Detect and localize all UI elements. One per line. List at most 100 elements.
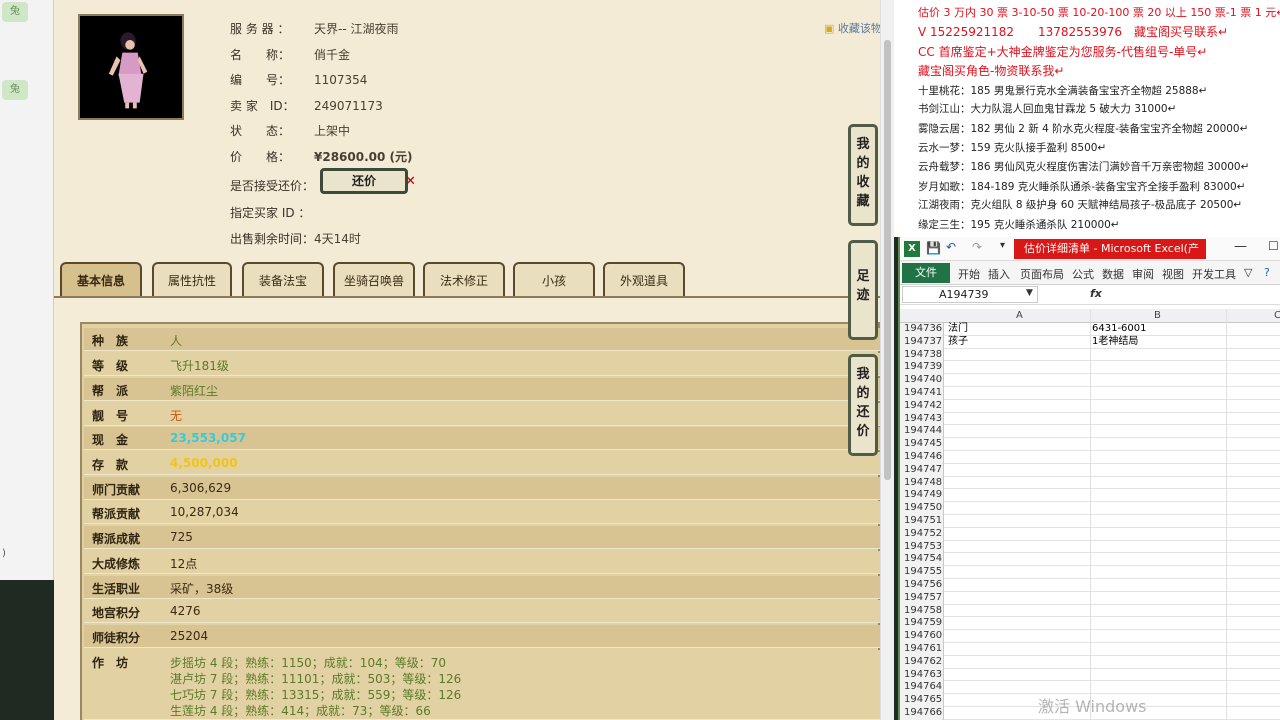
row-number[interactable]: 194755 <box>900 566 944 579</box>
cell-b[interactable]: 6431-6001 <box>1092 323 1147 335</box>
table-row[interactable]: 194746 <box>900 451 1280 464</box>
row-number[interactable]: 194741 <box>900 387 944 400</box>
table-row[interactable]: 194753 <box>900 540 1280 554</box>
cell-b[interactable]: 1老神结局 <box>1092 336 1138 348</box>
row-number[interactable]: 194757 <box>900 591 944 605</box>
tab-basic-info[interactable]: 基本信息 <box>60 262 142 298</box>
row-number[interactable]: 194759 <box>900 617 944 631</box>
table-row[interactable]: 194760 <box>900 630 1280 643</box>
file-tab[interactable]: 文件 <box>902 263 950 283</box>
tab-data[interactable]: 数据 <box>1102 266 1124 282</box>
tab-children[interactable]: 小孩 <box>513 262 595 298</box>
scrollbar-thumb[interactable] <box>884 40 891 480</box>
tab-formulas[interactable]: 公式 <box>1072 266 1094 282</box>
favorite-link[interactable]: ▣ 收藏该物 <box>824 20 880 36</box>
quick-access-dropdown-icon[interactable]: ▾ <box>1000 240 1005 251</box>
tab-review[interactable]: 审阅 <box>1132 266 1154 282</box>
game-scrollbar[interactable] <box>880 0 894 720</box>
table-row[interactable]: 194740 <box>900 374 1280 387</box>
row-number[interactable]: 194746 <box>900 451 944 464</box>
save-icon[interactable]: 💾 <box>926 241 941 255</box>
row-number[interactable]: 194753 <box>900 540 944 554</box>
table-row[interactable]: 194739 <box>900 361 1280 375</box>
row-number[interactable]: 194761 <box>900 643 944 656</box>
bargain-button[interactable]: 还价 <box>320 168 408 194</box>
row-number[interactable]: 194765 <box>900 694 944 707</box>
cell-a[interactable]: 孩子 <box>948 336 968 348</box>
column-header-a[interactable]: A <box>1016 310 1023 321</box>
name-box[interactable]: A194739 <box>902 286 1038 303</box>
table-row[interactable]: 194743 <box>900 412 1280 426</box>
row-number[interactable]: 194738 <box>900 348 944 362</box>
spreadsheet-grid[interactable]: 194736 法门 6431-6001 194737 孩子 1老神结局 194738 1947… <box>900 323 1280 720</box>
table-row[interactable]: 194736 法门 6431-6001 <box>900 323 1280 336</box>
row-number[interactable]: 194752 <box>900 527 944 541</box>
tab-insert[interactable]: 插入 <box>988 266 1010 282</box>
table-row[interactable]: 194744 <box>900 425 1280 439</box>
table-row[interactable]: 194750 <box>900 502 1280 515</box>
tab-spell-correction[interactable]: 法术修正 <box>423 262 505 298</box>
row-number[interactable]: 194742 <box>900 399 944 413</box>
table-row[interactable]: 194747 <box>900 463 1280 477</box>
tab-mounts-pets[interactable]: 坐骑召唤兽 <box>333 262 415 298</box>
row-number[interactable]: 194760 <box>900 630 944 643</box>
my-bargains-button[interactable]: 我的还价 <box>848 354 878 456</box>
row-number[interactable]: 194756 <box>900 579 944 592</box>
tab-attributes[interactable]: 属性抗性 <box>152 262 232 298</box>
redo-icon[interactable]: ↷ <box>972 240 982 254</box>
row-number[interactable]: 194751 <box>900 515 944 528</box>
row-number[interactable]: 194758 <box>900 604 944 618</box>
tab-view[interactable]: 视图 <box>1162 266 1184 282</box>
row-number[interactable]: 194744 <box>900 425 944 439</box>
table-row[interactable]: 194752 <box>900 527 1280 541</box>
maximize-icon[interactable]: ☐ <box>1268 239 1279 253</box>
minimize-icon[interactable]: — <box>1234 239 1247 254</box>
chevron-down-icon[interactable]: ▽ <box>1244 266 1252 279</box>
table-row[interactable]: 194757 <box>900 591 1280 605</box>
footprints-button[interactable]: 足迹 <box>848 240 878 340</box>
table-row[interactable]: 194758 <box>900 604 1280 618</box>
column-header-c[interactable]: C <box>1274 310 1280 321</box>
table-row[interactable]: 194754 <box>900 553 1280 567</box>
table-row[interactable]: 194742 <box>900 399 1280 413</box>
undo-icon[interactable]: ↶ <box>946 240 956 254</box>
row-number[interactable]: 194762 <box>900 655 944 669</box>
row-number[interactable]: 194743 <box>900 412 944 426</box>
table-row[interactable]: 194763 <box>900 668 1280 682</box>
table-row[interactable]: 194755 <box>900 566 1280 579</box>
rabbit-icon[interactable]: 兔 <box>2 80 28 100</box>
table-row[interactable]: 194737 孩子 1老神结局 <box>900 335 1280 349</box>
table-row[interactable]: 194762 <box>900 655 1280 669</box>
table-row[interactable]: 194745 <box>900 438 1280 451</box>
row-number[interactable]: 194736 <box>900 323 944 336</box>
row-number[interactable]: 194763 <box>900 668 944 682</box>
row-number[interactable]: 194754 <box>900 553 944 567</box>
table-row[interactable]: 194741 <box>900 387 1280 400</box>
table-row[interactable]: 194759 <box>900 617 1280 631</box>
table-row[interactable]: 194749 <box>900 489 1280 503</box>
row-number[interactable]: 194749 <box>900 489 944 503</box>
table-row[interactable]: 194738 <box>900 348 1280 362</box>
cell-a[interactable]: 法门 <box>948 323 968 335</box>
row-number[interactable]: 194737 <box>900 335 944 349</box>
row-number[interactable]: 194740 <box>900 374 944 387</box>
rabbit-icon[interactable]: 兔 <box>2 2 28 22</box>
tab-developer[interactable]: 开发工具 <box>1192 266 1236 282</box>
table-row[interactable]: 194748 <box>900 476 1280 490</box>
row-number[interactable]: 194766 <box>900 707 944 720</box>
table-row[interactable]: 194761 <box>900 643 1280 656</box>
tab-appearance[interactable]: 外观道具 <box>603 262 685 298</box>
fx-icon[interactable]: fx <box>1090 287 1102 300</box>
tab-page-layout[interactable]: 页面布局 <box>1020 266 1064 282</box>
row-number[interactable]: 194747 <box>900 463 944 477</box>
table-row[interactable]: 194756 <box>900 579 1280 592</box>
row-number[interactable]: 194750 <box>900 502 944 515</box>
tab-home[interactable]: 开始 <box>958 266 980 282</box>
row-number[interactable]: 194764 <box>900 681 944 695</box>
row-number[interactable]: 194745 <box>900 438 944 451</box>
my-favorites-button[interactable]: 我的收藏 <box>848 124 878 226</box>
tab-equipment[interactable]: 装备法宝 <box>242 262 324 298</box>
table-row[interactable]: 194751 <box>900 515 1280 528</box>
column-header-b[interactable]: B <box>1154 310 1161 321</box>
row-number[interactable]: 194748 <box>900 476 944 490</box>
